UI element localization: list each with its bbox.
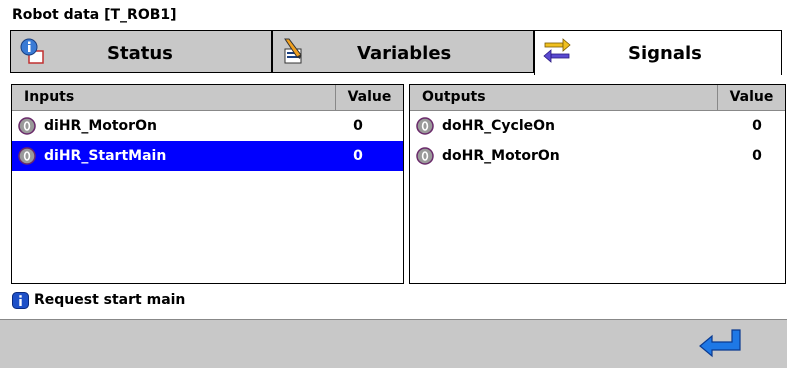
- output-value: 0: [752, 148, 762, 164]
- command-bar: [0, 319, 787, 368]
- tab-bar: Status Variables Signals: [10, 30, 782, 75]
- tab-variables[interactable]: Variables: [272, 30, 534, 73]
- outputs-value-column-header[interactable]: Value: [717, 85, 785, 110]
- input-value: 0: [353, 118, 363, 134]
- tab-status-label: Status: [107, 43, 173, 64]
- outputs-panel: Outputs Value doHR_CycleOn 0 doHR_MotorO…: [409, 84, 786, 284]
- input-name: diHR_MotorOn: [44, 118, 157, 134]
- digital-signal-icon: [416, 147, 434, 169]
- inputs-value-column-header[interactable]: Value: [335, 85, 403, 110]
- tab-signals-label: Signals: [628, 43, 702, 64]
- input-value: 0: [353, 148, 363, 164]
- digital-signal-icon: [18, 117, 36, 139]
- enter-button[interactable]: [696, 326, 748, 362]
- input-name: diHR_StartMain: [44, 148, 167, 164]
- input-row-startmain[interactable]: diHR_StartMain 0: [12, 141, 403, 171]
- enter-return-icon: [696, 329, 748, 366]
- inputs-column-header[interactable]: Inputs: [24, 89, 74, 105]
- inputs-panel: Inputs Value diHR_MotorOn 0 diHR_StartMa…: [11, 84, 404, 284]
- outputs-header: Outputs Value: [410, 85, 785, 111]
- output-row-cycleon[interactable]: doHR_CycleOn 0: [410, 111, 785, 141]
- digital-signal-icon: [18, 147, 36, 169]
- status-info-icon: [19, 37, 47, 65]
- digital-signal-icon: [416, 117, 434, 139]
- tab-signals[interactable]: Signals: [534, 30, 782, 75]
- signals-arrows-icon: [543, 37, 571, 65]
- outputs-column-header[interactable]: Outputs: [422, 89, 486, 105]
- output-value: 0: [752, 118, 762, 134]
- inputs-header: Inputs Value: [12, 85, 403, 111]
- output-name: doHR_MotorOn: [442, 148, 560, 164]
- status-message: Request start main: [34, 292, 186, 308]
- tab-variables-label: Variables: [357, 43, 452, 64]
- info-icon: [12, 292, 29, 313]
- variables-pencil-icon: [281, 37, 309, 65]
- window-title: Robot data [T_ROB1]: [12, 7, 177, 23]
- input-row-motoron[interactable]: diHR_MotorOn 0: [12, 111, 403, 141]
- output-name: doHR_CycleOn: [442, 118, 555, 134]
- output-row-motoron[interactable]: doHR_MotorOn 0: [410, 141, 785, 171]
- tab-status[interactable]: Status: [10, 30, 272, 73]
